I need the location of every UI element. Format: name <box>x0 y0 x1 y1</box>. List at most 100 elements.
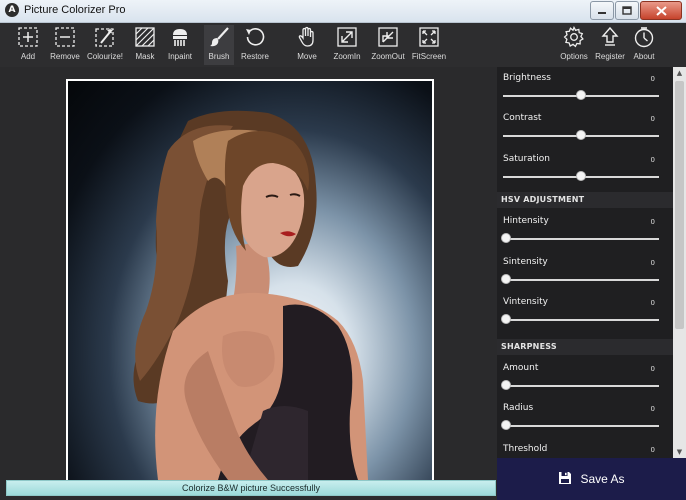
about-icon <box>634 27 654 48</box>
scrollbar-thumb[interactable] <box>675 81 684 329</box>
footer-strip <box>0 496 497 500</box>
zoom-in-button[interactable]: ZoomIn <box>331 25 363 65</box>
sintensity-value: 0 <box>650 259 655 267</box>
sintensity-label: Sintensity <box>503 257 548 267</box>
brush-button[interactable]: Brush <box>204 25 234 65</box>
about-label: About <box>633 52 655 61</box>
amount-slider-knob[interactable] <box>501 380 511 390</box>
toolbar: Add Remove Colourize! Mask Inpaint Brush… <box>0 23 686 67</box>
add-icon <box>18 27 38 47</box>
add-label: Add <box>20 52 36 61</box>
contrast-row: Contrast 0 <box>497 107 673 147</box>
saturation-slider-knob[interactable] <box>576 171 586 181</box>
maximize-icon <box>622 6 632 15</box>
add-button[interactable]: Add <box>13 25 43 65</box>
sintensity-slider-knob[interactable] <box>501 274 511 284</box>
zoom-out-icon <box>378 27 398 47</box>
radius-slider-track[interactable] <box>503 425 659 427</box>
radius-label: Radius <box>503 403 534 413</box>
canvas-area[interactable] <box>0 67 497 480</box>
mask-label: Mask <box>135 52 155 61</box>
inpaint-icon <box>173 29 187 46</box>
close-button[interactable] <box>640 1 682 20</box>
hsv-section-title: HSV ADJUSTMENT <box>501 195 585 204</box>
threshold-label: Threshold <box>503 444 548 454</box>
gear-icon <box>563 26 584 48</box>
fit-screen-icon <box>419 27 439 47</box>
amount-label: Amount <box>503 363 539 373</box>
mask-button[interactable]: Mask <box>131 25 159 65</box>
remove-label: Remove <box>50 52 80 61</box>
amount-value: 0 <box>650 365 655 373</box>
save-as-button[interactable]: Save As <box>497 458 686 500</box>
sharpness-section-header: SHARPNESS <box>497 339 673 355</box>
app-logo-icon: A <box>5 3 19 17</box>
inpaint-button[interactable]: Inpaint <box>165 25 195 65</box>
register-button[interactable]: Register <box>595 25 625 65</box>
maximize-button[interactable] <box>615 1 639 20</box>
photo-image[interactable] <box>68 81 432 480</box>
saturation-row: Saturation 0 <box>497 148 673 188</box>
saturation-value: 0 <box>650 156 655 164</box>
fit-screen-button[interactable]: FitScreen <box>411 25 447 65</box>
floppy-disk-icon <box>558 470 572 489</box>
vintensity-slider-knob[interactable] <box>501 314 511 324</box>
hintensity-slider-knob[interactable] <box>501 233 511 243</box>
scroll-up-icon[interactable]: ▲ <box>673 67 686 79</box>
amount-slider-track[interactable] <box>503 385 659 387</box>
move-button[interactable]: Move <box>293 25 321 65</box>
portrait-illustration <box>133 110 368 480</box>
remove-button[interactable]: Remove <box>48 25 82 65</box>
zoom-in-label: ZoomIn <box>333 52 361 61</box>
mask-icon <box>135 27 155 47</box>
radius-value: 0 <box>650 405 655 413</box>
window-title: Picture Colorizer Pro <box>24 4 126 16</box>
vintensity-row: Vintensity 0 <box>497 291 673 331</box>
brightness-value: 0 <box>650 75 655 83</box>
contrast-value: 0 <box>650 115 655 123</box>
sharpness-section-title: SHARPNESS <box>501 342 557 351</box>
sintensity-row: Sintensity 0 <box>497 251 673 291</box>
amount-row: Amount 0 <box>497 357 673 397</box>
restore-icon <box>246 28 265 46</box>
zoom-out-label: ZoomOut <box>371 52 405 61</box>
zoom-in-icon <box>337 27 357 47</box>
register-label: Register <box>595 52 625 61</box>
adjustment-panel: Brightness 0 Contrast 0 Saturation 0 HSV… <box>497 67 673 458</box>
photo-frame[interactable] <box>66 79 434 480</box>
threshold-value: 0 <box>650 446 655 454</box>
window-controls <box>589 1 682 20</box>
title-bar: A Picture Colorizer Pro <box>0 0 686 23</box>
hintensity-label: Hintensity <box>503 216 549 226</box>
zoom-out-button[interactable]: ZoomOut <box>369 25 407 65</box>
vintensity-slider-track[interactable] <box>503 319 659 321</box>
about-button[interactable]: About <box>630 25 658 65</box>
sintensity-slider-track[interactable] <box>503 279 659 281</box>
contrast-slider-knob[interactable] <box>576 130 586 140</box>
radius-row: Radius 0 <box>497 397 673 437</box>
panel-scrollbar[interactable]: ▲ ▼ <box>673 67 686 458</box>
restore-label: Restore <box>240 52 269 61</box>
hintensity-slider-track[interactable] <box>503 238 659 240</box>
save-as-label: Save As <box>580 472 625 486</box>
register-icon <box>601 26 619 46</box>
colourize-button[interactable]: Colourize! <box>86 25 124 65</box>
inpaint-label: Inpaint <box>167 52 193 61</box>
brush-icon <box>210 27 229 47</box>
minimize-button[interactable] <box>590 1 614 20</box>
contrast-label: Contrast <box>503 113 542 123</box>
brightness-label: Brightness <box>503 73 551 83</box>
options-button[interactable]: Options <box>558 25 590 65</box>
saturation-label: Saturation <box>503 154 550 164</box>
radius-slider-knob[interactable] <box>501 420 511 430</box>
move-label: Move <box>297 52 317 61</box>
hintensity-row: Hintensity 0 <box>497 210 673 250</box>
threshold-row: Threshold 0 <box>497 438 673 458</box>
hand-icon <box>298 26 314 47</box>
brightness-slider-knob[interactable] <box>576 90 586 100</box>
colourize-label: Colourize! <box>86 52 123 61</box>
scroll-down-icon[interactable]: ▼ <box>673 446 686 458</box>
brightness-row: Brightness 0 <box>497 67 673 107</box>
hintensity-value: 0 <box>650 218 655 226</box>
restore-button[interactable]: Restore <box>240 25 270 65</box>
